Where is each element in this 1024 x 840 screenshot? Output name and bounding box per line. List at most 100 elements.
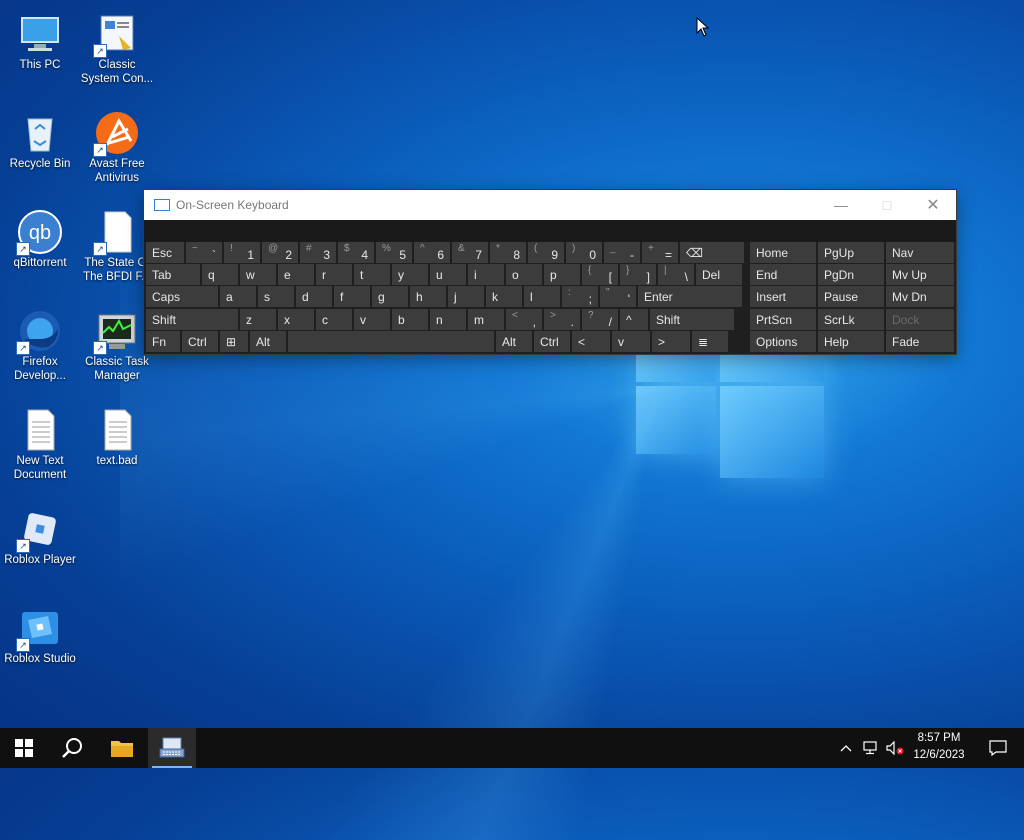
key-shift[interactable]: Shift [146, 308, 238, 330]
key-y[interactable]: y [392, 264, 428, 286]
key-i[interactable]: i [468, 264, 504, 286]
key-[interactable]: + = [642, 242, 678, 263]
title-bar[interactable]: On-Screen Keyboard — □ ✕ [144, 190, 956, 220]
key-dock[interactable]: Dock [886, 308, 954, 330]
key-t[interactable]: t [354, 264, 390, 286]
key-ctrl[interactable]: Ctrl [182, 330, 218, 352]
key-j[interactable]: j [448, 286, 484, 308]
key-2[interactable]: @2 [262, 242, 298, 263]
desktop-icon[interactable]: ↗ Avast Free Antivirus [79, 107, 155, 185]
key-space[interactable] [288, 330, 494, 352]
key-fade[interactable]: Fade [886, 330, 954, 352]
key-1[interactable]: ! 1 [224, 242, 260, 263]
key-caps[interactable]: Caps [146, 286, 218, 308]
key-[interactable]: _ - [604, 242, 640, 263]
key-ctrl[interactable]: Ctrl [534, 330, 570, 352]
key-mvdn[interactable]: Mv Dn [886, 286, 954, 308]
key-nav[interactable]: Nav [886, 242, 954, 263]
desktop-icon[interactable]: ↗ Roblox Studio [2, 602, 78, 666]
key-d[interactable]: d [296, 286, 332, 308]
key-prtscn[interactable]: PrtScn [750, 308, 816, 330]
maximize-button[interactable]: □ [864, 190, 910, 220]
key-[interactable]: | \ [658, 264, 694, 286]
key-home[interactable]: Home [750, 242, 816, 263]
key-g[interactable]: g [372, 286, 408, 308]
key-0[interactable]: ) 0 [566, 242, 602, 263]
key-insert[interactable]: Insert [750, 286, 816, 308]
key-alt[interactable]: Alt [496, 330, 532, 352]
desktop-icon[interactable]: ↗ Firefox Develop... [2, 305, 78, 383]
key-5[interactable]: % 5 [376, 242, 412, 263]
key-esc[interactable]: Esc [146, 242, 184, 263]
key-9[interactable]: (9 [528, 242, 564, 263]
key-[interactable]: ⊞ [220, 330, 248, 352]
desktop-icon[interactable]: ↗ Roblox Player [2, 503, 78, 567]
key-pgup[interactable]: PgUp [818, 242, 884, 263]
key-z[interactable]: z [240, 308, 276, 330]
key-enter[interactable]: Enter [638, 286, 742, 308]
key-b[interactable]: b [392, 308, 428, 330]
key-k[interactable]: k [486, 286, 522, 308]
start-button[interactable] [0, 728, 48, 768]
key-x[interactable]: x [278, 308, 314, 330]
key-shift[interactable]: Shift [650, 308, 734, 330]
key-7[interactable]: & 7 [452, 242, 488, 263]
key-m[interactable]: m [468, 308, 504, 330]
key-n[interactable]: n [430, 308, 466, 330]
key-p[interactable]: p [544, 264, 580, 286]
file-explorer-button[interactable] [98, 728, 146, 768]
key-help[interactable]: Help [818, 330, 884, 352]
key-v[interactable]: v [354, 308, 390, 330]
key-[interactable]: ~ ` [186, 242, 222, 263]
key-pause[interactable]: Pause [818, 286, 884, 308]
key-a[interactable]: a [220, 286, 256, 308]
key-fn[interactable]: Fn [146, 330, 180, 352]
key-mvup[interactable]: Mv Up [886, 264, 954, 286]
search-button[interactable] [48, 728, 96, 768]
key-h[interactable]: h [410, 286, 446, 308]
desktop-icon[interactable]: qb ↗ qBittorrent [2, 206, 78, 270]
key-alt[interactable]: Alt [250, 330, 286, 352]
key-e[interactable]: e [278, 264, 314, 286]
key-6[interactable]: ^ 6 [414, 242, 450, 263]
key-[interactable]: ^ [620, 308, 648, 330]
key-3[interactable]: #3 [300, 242, 336, 263]
desktop-icon[interactable]: text.bad [79, 404, 155, 468]
key-v[interactable]: v [612, 330, 650, 352]
on-screen-keyboard-taskbar-button[interactable] [148, 728, 196, 768]
key-[interactable]: ≣ [692, 330, 728, 352]
key-[interactable]: <, [506, 308, 542, 330]
desktop-icon[interactable]: New Text Document [2, 404, 78, 482]
key-tab[interactable]: Tab [146, 264, 200, 286]
show-hidden-icons-button[interactable] [836, 728, 856, 768]
key-pgdn[interactable]: PgDn [818, 264, 884, 286]
key-options[interactable]: Options [750, 330, 816, 352]
key-[interactable]: " ' [600, 286, 636, 308]
desktop-icon[interactable]: ↗ Classic System Con... [79, 8, 155, 86]
key-s[interactable]: s [258, 286, 294, 308]
key-4[interactable]: $4 [338, 242, 374, 263]
key-[interactable]: ⌫ [680, 242, 744, 263]
action-center-button[interactable] [976, 728, 1020, 768]
key-[interactable]: > [652, 330, 690, 352]
close-button[interactable]: ✕ [910, 190, 956, 220]
key-del[interactable]: Del [696, 264, 742, 286]
key-o[interactable]: o [506, 264, 542, 286]
key-[interactable]: >. [544, 308, 580, 330]
key-l[interactable]: l [524, 286, 560, 308]
key-[interactable]: < [572, 330, 610, 352]
key-u[interactable]: u [430, 264, 466, 286]
key-end[interactable]: End [750, 264, 816, 286]
key-[interactable]: :; [562, 286, 598, 308]
desktop-icon[interactable]: This PC [2, 8, 78, 72]
minimize-button[interactable]: — [818, 190, 864, 220]
key-[interactable]: }] [620, 264, 656, 286]
key-w[interactable]: w [240, 264, 276, 286]
key-[interactable]: ? / [582, 308, 618, 330]
volume-button[interactable] [884, 728, 906, 768]
key-r[interactable]: r [316, 264, 352, 286]
clock[interactable]: 8:57 PM 12/6/2023 [906, 728, 972, 768]
key-q[interactable]: q [202, 264, 238, 286]
key-f[interactable]: f [334, 286, 370, 308]
key-c[interactable]: c [316, 308, 352, 330]
